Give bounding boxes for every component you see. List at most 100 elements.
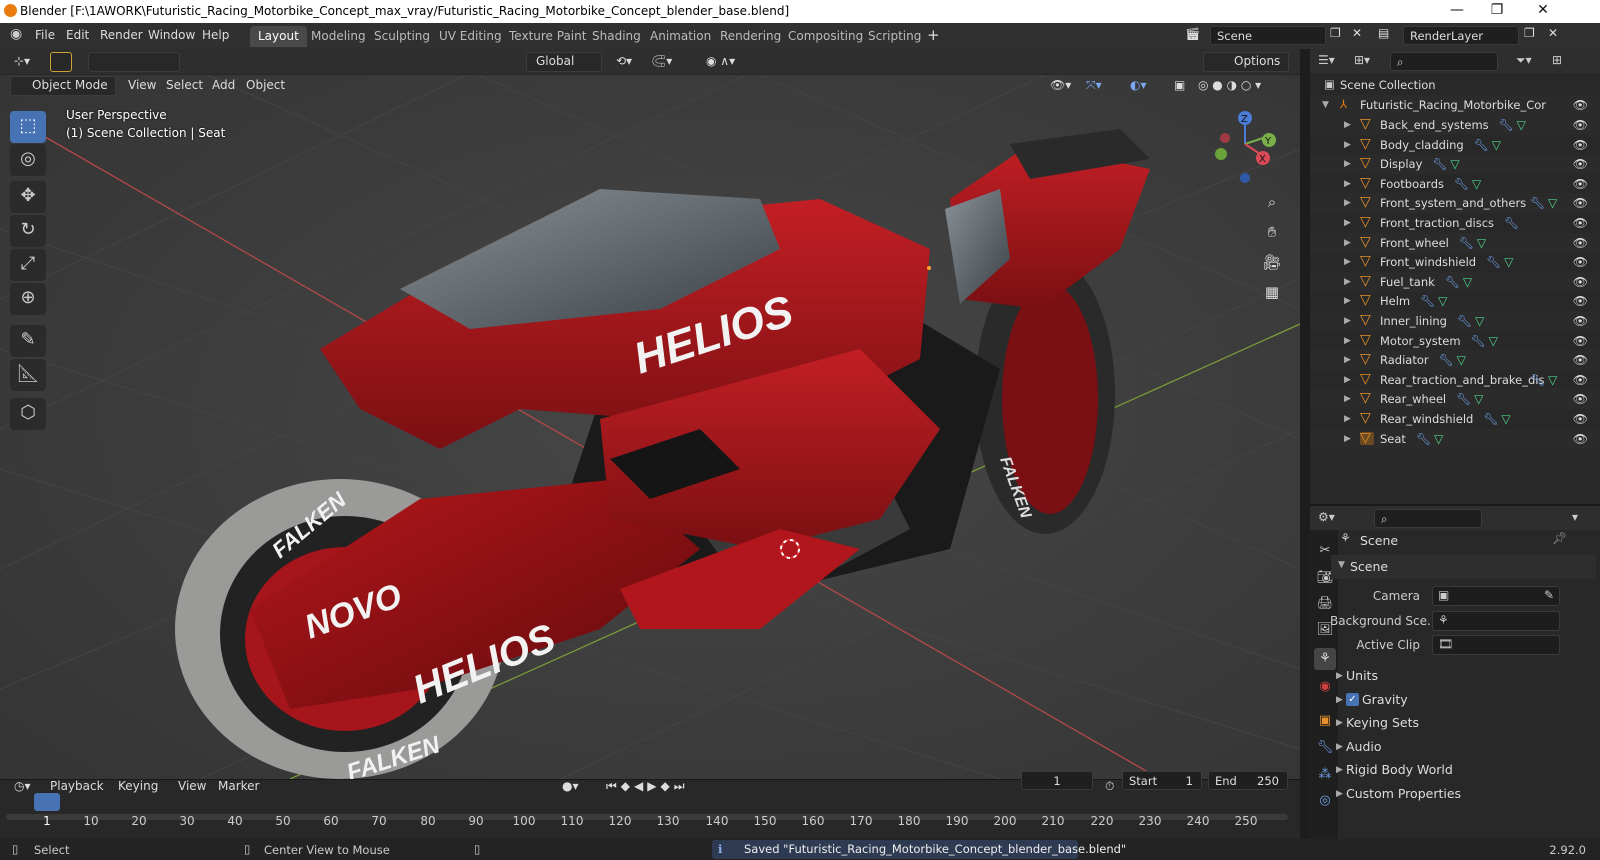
viewport-menu-add[interactable]: Add [206,76,241,96]
modifier-icon[interactable]: 🔧︎ [1471,334,1486,348]
select-mode-icon[interactable] [50,52,72,72]
subpanel-gravity[interactable]: Gravity [1362,692,1408,707]
outliner-item[interactable]: ▶ ▽ Front_system_and_others 🔧︎ ▽ 👁︎ [1310,193,1600,214]
preview-range-icon[interactable]: ⏱ [1099,777,1120,797]
world-tab-icon[interactable]: ◉ [1314,676,1336,698]
mesh-data-icon[interactable]: ▽ [1457,353,1466,367]
eye-icon[interactable]: 👁︎ [1573,157,1588,171]
expand-toggle-icon[interactable]: ▶ [1344,179,1351,189]
modifier-icon[interactable]: 🔧︎ [1499,118,1514,132]
camera-view-icon[interactable]: 🎥︎ [1259,249,1285,275]
scene-tab-icon[interactable]: ⚘ [1314,648,1336,670]
gizmo-neg-y-icon[interactable] [1215,148,1227,160]
modifier-icon[interactable]: 🔧︎ [1432,157,1447,171]
viewport-menu-object[interactable]: Object [240,76,291,96]
mesh-data-icon[interactable]: ▽ [1548,373,1557,387]
eye-icon[interactable]: 👁︎ [1573,432,1588,446]
expand-toggle-icon[interactable]: ▶ [1344,316,1351,326]
modifier-icon[interactable]: 🔧︎ [1454,177,1469,191]
object-tab-icon[interactable]: ▣ [1314,710,1336,732]
record-keyframe-icon[interactable]: ●▾ [556,777,585,797]
camera-field[interactable]: ▣ ✎ [1432,586,1560,606]
zoom-icon[interactable]: ⌕ [1259,189,1285,215]
scene-new-icon[interactable]: ❐ [1330,26,1341,40]
active-clip-field[interactable]: 🎞︎ [1432,635,1560,655]
expand-toggle-icon[interactable]: ▶ [1344,218,1351,228]
mesh-data-icon[interactable]: ▽ [1504,255,1513,269]
subpanel-expand-icon[interactable]: ▶ [1336,742,1343,752]
menu-render[interactable]: Render [100,28,143,42]
renderlayer-browse-icon[interactable]: ▤ [1378,26,1389,40]
mesh-data-icon[interactable]: ▽ [1489,334,1498,348]
eye-icon[interactable]: 👁︎ [1573,138,1588,152]
modifier-icon[interactable]: 🔧︎ [1504,216,1519,230]
expand-toggle-icon[interactable]: ▶ [1344,257,1351,267]
timeline-menu-marker[interactable]: Marker [212,777,265,797]
transform-tool[interactable]: ⊕ [10,283,46,315]
outliner-item[interactable]: ▶ ▽ Front_windshield 🔧︎ ▽ 👁︎ [1310,252,1600,272]
tab-layout[interactable]: Layout [250,26,307,47]
properties-editor-icon[interactable]: ⚙▾ [1318,510,1335,524]
mesh-data-icon[interactable]: ▽ [1434,432,1443,446]
expand-toggle-icon[interactable]: ▶ [1344,394,1351,404]
eye-icon[interactable]: 👁︎ [1573,412,1588,426]
tab-animation[interactable]: Animation [642,26,719,47]
physics-tab-icon[interactable]: ◎ [1314,790,1336,812]
tab-texture-paint[interactable]: Texture Paint [501,26,594,47]
outliner-item[interactable]: ▶ ▽ Radiator 🔧︎ ▽ 👁︎ [1310,350,1600,371]
eye-icon[interactable]: 👁︎ [1573,118,1588,132]
renderlayer-new-icon[interactable]: ❐ [1524,26,1535,40]
expand-toggle-icon[interactable]: ▶ [1344,140,1351,150]
selection-mode-buttons[interactable] [88,52,180,72]
outliner-item[interactable]: ▶ ▽ Display 🔧︎ ▽ 👁︎ [1310,154,1600,175]
eye-icon[interactable]: 👁︎ [1573,177,1588,191]
gizmo-neg-z-icon[interactable] [1240,173,1250,183]
expand-toggle-icon[interactable]: ▶ [1344,159,1351,169]
mesh-data-icon[interactable]: ▽ [1450,157,1459,171]
move-tool[interactable]: ✥ [10,181,46,213]
modifier-icon[interactable]: 🔧︎ [1530,196,1545,210]
proportional-edit-icon[interactable]: ◉ ∧▾ [700,52,741,72]
modifier-icon[interactable]: 🔧︎ [1483,412,1498,426]
outliner-item[interactable]: ▶ ▽ Fuel_tank 🔧︎ ▽ 👁︎ [1310,271,1600,292]
outliner-item[interactable]: ▶ ▽ Body_cladding 🔧︎ ▽ 👁︎ [1310,135,1600,155]
menu-window[interactable]: Window [148,28,195,42]
mesh-data-icon[interactable]: ▽ [1548,196,1557,210]
properties-options-icon[interactable]: ▾ [1572,510,1578,524]
subpanel-keying-sets[interactable]: Keying Sets [1346,715,1419,730]
outliner-item[interactable]: ▶ ▽ Back_end_systems 🔧︎ ▽ 👁︎ [1310,115,1600,135]
pin-icon[interactable]: 📌︎ [1552,531,1567,545]
viewport-menu-view[interactable]: View [122,76,162,96]
modifier-icon[interactable]: 🔧︎ [1445,275,1460,289]
menu-help[interactable]: Help [202,28,229,42]
output-tab-icon[interactable]: 🖨︎ [1314,593,1336,615]
timeline-menu-keying[interactable]: Keying [112,777,164,797]
pivot-icon[interactable]: ⟲▾ [610,52,638,72]
modifier-icon[interactable]: 🔧︎ [1459,236,1474,250]
expand-toggle-icon[interactable]: ▶ [1344,296,1351,306]
eye-icon[interactable]: 👁︎ [1573,275,1588,289]
expand-toggle-icon[interactable]: ▶ [1344,355,1351,365]
outliner-scene-collection[interactable]: ▣ Scene Collection [1310,75,1600,95]
close-button[interactable]: ✕ [1533,2,1553,18]
rotate-tool[interactable]: ↻ [10,215,46,247]
timeline-editor[interactable]: ◷▾ Playback Keying View Marker ●▾ ⏮◆◀▶◆⏭… [0,771,1300,839]
gizmo-neg-x-icon[interactable] [1220,133,1230,143]
scene-browse-icon[interactable]: 🎬︎ [1185,27,1200,41]
playback-controls[interactable]: ⏮◆◀▶◆⏭ [600,777,695,797]
expand-toggle-icon[interactable]: ▶ [1344,336,1351,346]
add-workspace-icon[interactable]: + [927,26,940,44]
renderlayer-delete-icon[interactable]: ✕ [1548,26,1558,40]
subpanel-audio[interactable]: Audio [1346,739,1382,754]
modifier-icon[interactable]: 🔧︎ [1456,392,1471,406]
eyedropper-icon[interactable]: ✎ [1544,588,1554,602]
eye-icon[interactable]: 👁︎ [1573,216,1588,230]
cursor-tool[interactable]: ◎ [10,144,46,176]
eye-icon[interactable]: 👁︎ [1573,98,1588,112]
expand-toggle-icon[interactable]: ▼ [1322,100,1329,110]
outliner-item[interactable]: ▶ ▽ Motor_system 🔧︎ ▽ 👁︎ [1310,331,1600,351]
modifier-tab-icon[interactable]: 🔧︎ [1314,737,1336,759]
viewport-menu-select[interactable]: Select [160,76,209,96]
outliner-collection-row[interactable]: ▼ ⅄ Futuristic_Racing_Motorbike_Cor 👁︎ [1310,95,1600,115]
gravity-checkbox[interactable]: ✓ [1346,693,1359,706]
